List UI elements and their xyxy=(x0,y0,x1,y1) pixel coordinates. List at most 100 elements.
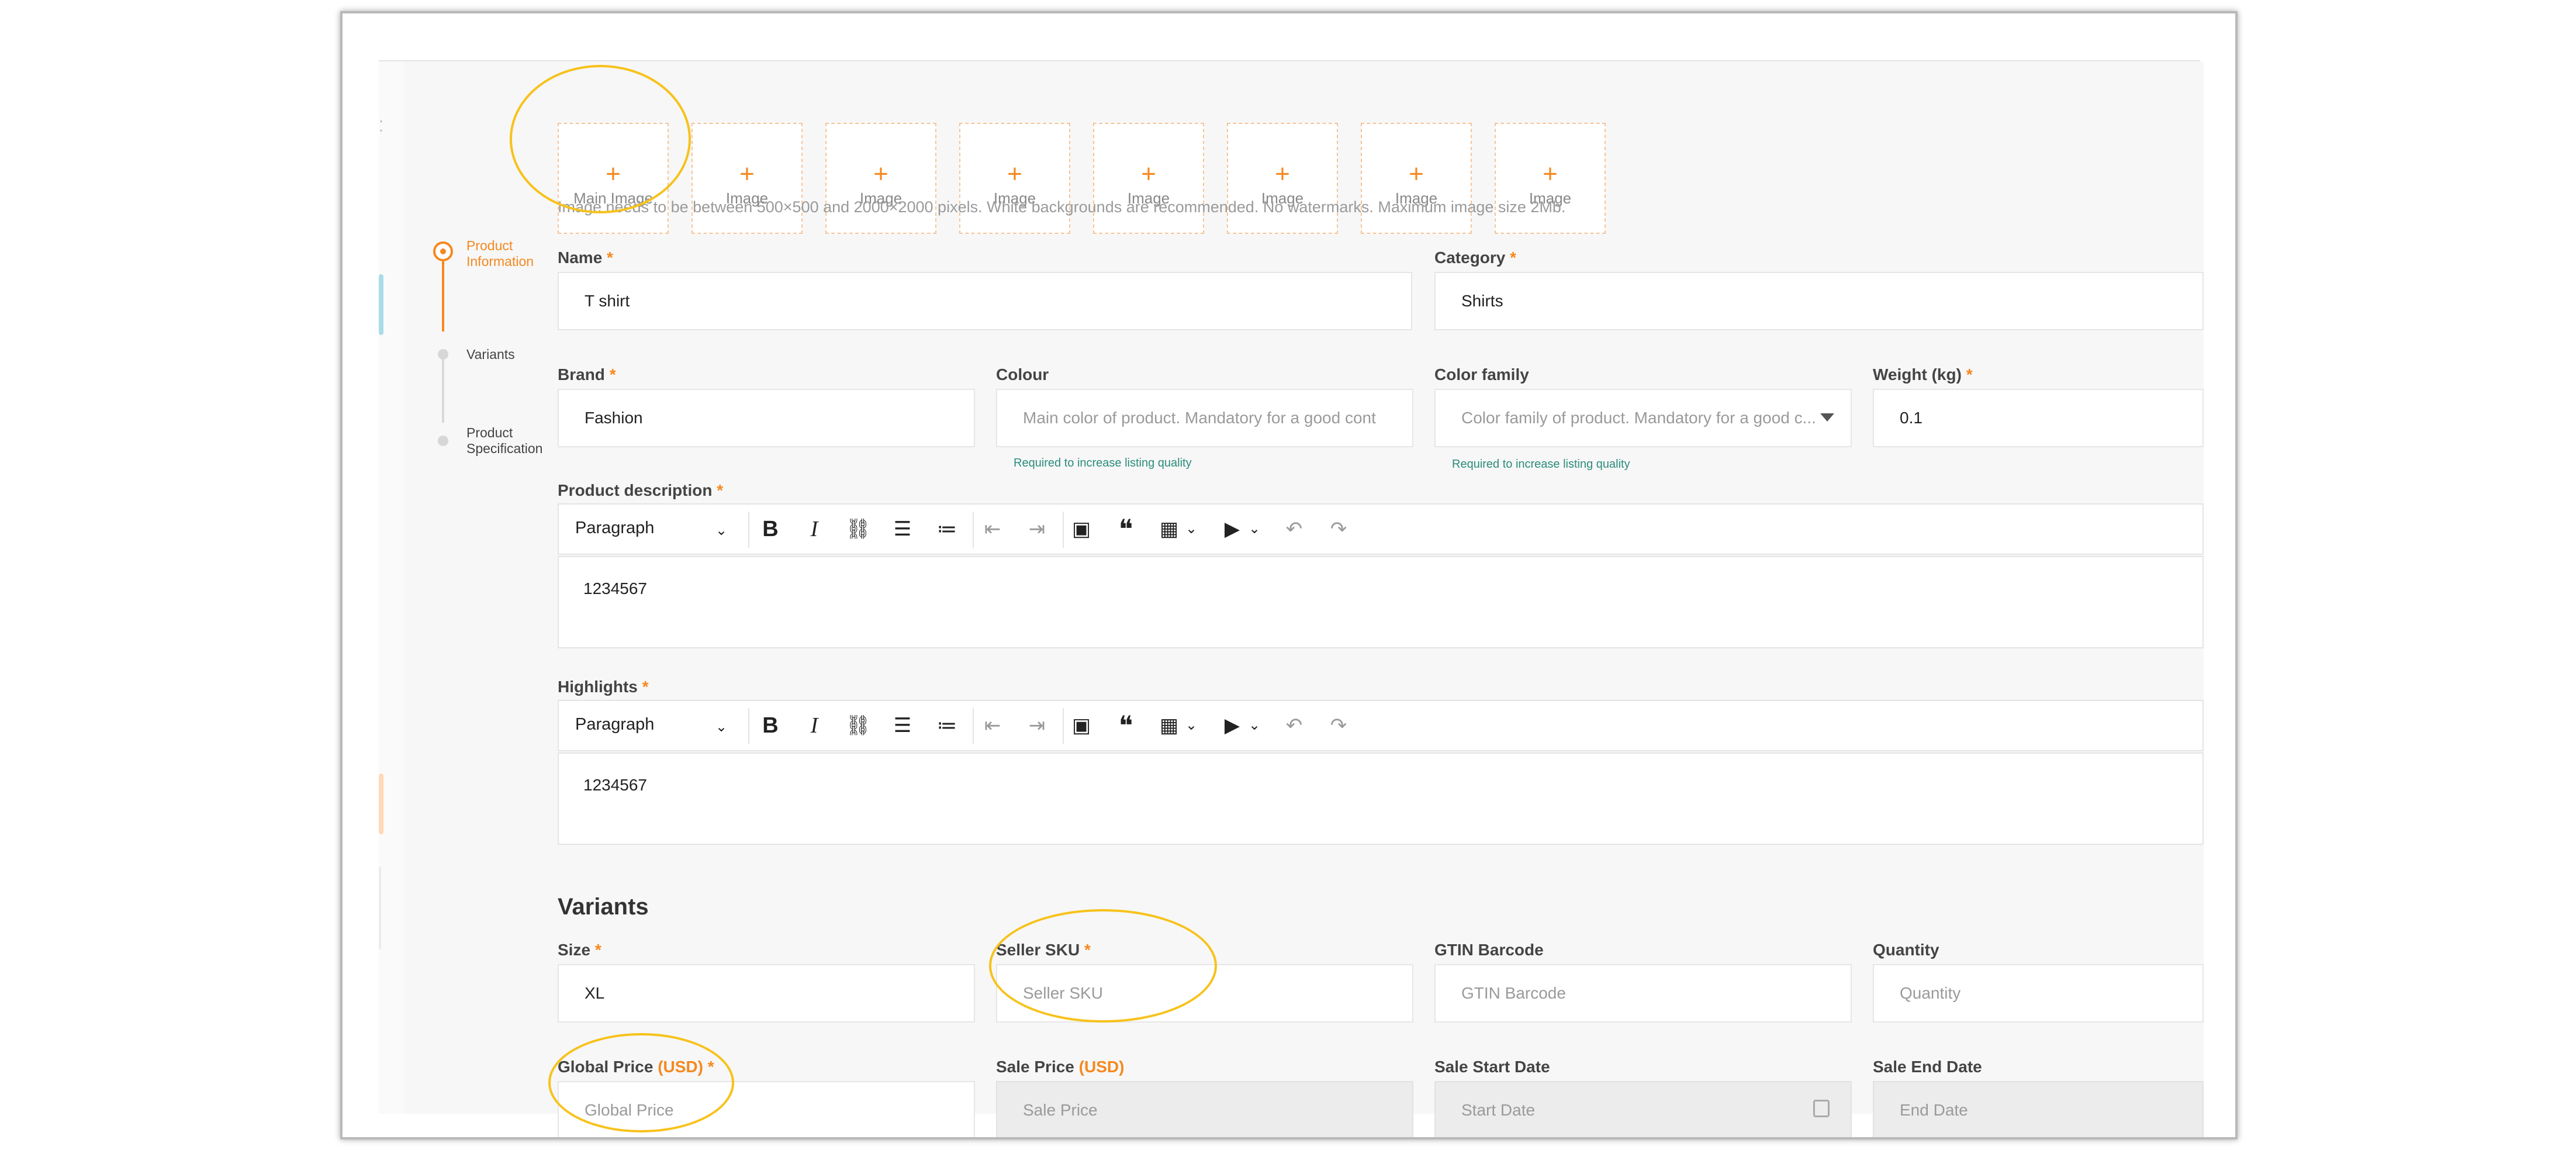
color-family-placeholder: Color family of product. Mandatory for a… xyxy=(1461,409,1816,427)
chevron-down-icon[interactable]: ⌄ xyxy=(1177,515,1205,543)
sale-start-date-field[interactable]: Start Date xyxy=(1434,1081,1852,1137)
color-family-select[interactable]: Color family of product. Mandatory for a… xyxy=(1434,389,1852,447)
colour-field[interactable]: Main color of product. Mandatory for a g… xyxy=(996,389,1413,447)
step-product-information[interactable]: Product Information xyxy=(466,238,534,270)
redo-icon[interactable]: ↷ xyxy=(1325,712,1353,740)
step-label-line: Variants xyxy=(466,347,515,362)
upload-image-tile[interactable]: + Image xyxy=(691,123,803,234)
upload-image-tile[interactable]: + Image xyxy=(1227,123,1338,234)
outdent-icon[interactable]: ⇤ xyxy=(978,515,1007,543)
sidebar-accent xyxy=(379,274,383,335)
gtin-barcode-field[interactable]: GTIN Barcode xyxy=(1434,964,1852,1023)
plus-icon: + xyxy=(739,160,755,188)
sale-start-date-label: Sale Start Date xyxy=(1434,1058,1550,1076)
dropdown-arrow-icon xyxy=(1820,413,1834,422)
step-label-line: Information xyxy=(466,254,534,269)
bold-icon[interactable]: B xyxy=(756,515,784,543)
numbered-list-icon[interactable]: ≔ xyxy=(933,712,961,740)
highlight-ring xyxy=(548,1033,734,1132)
brand-field[interactable]: Fashion xyxy=(558,389,975,447)
paragraph-style-select[interactable]: Paragraph xyxy=(575,715,654,734)
numbered-list-icon[interactable]: ≔ xyxy=(933,515,961,543)
chevron-down-icon[interactable]: ⌄ xyxy=(1240,515,1268,543)
toolbar-divider xyxy=(1063,512,1064,548)
size-label: Size * xyxy=(558,941,601,959)
highlights-editor[interactable]: 1234567 xyxy=(558,752,2204,845)
link-icon[interactable]: ⛓ xyxy=(844,712,872,740)
upload-image-tile[interactable]: + Image xyxy=(825,123,936,234)
sidebar-edge xyxy=(379,61,404,1114)
chevron-down-icon[interactable]: ⌄ xyxy=(715,522,727,539)
quantity-label: Quantity xyxy=(1873,941,1939,959)
category-field[interactable]: Shirts xyxy=(1434,272,2204,330)
toolbar-divider xyxy=(1063,708,1064,744)
description-label: Product description * xyxy=(558,481,724,499)
indent-icon[interactable]: ⇥ xyxy=(1023,712,1051,740)
insert-image-icon[interactable]: ▣ xyxy=(1067,712,1095,740)
stepper-dot xyxy=(438,349,448,360)
step-product-specification[interactable]: Product Specification xyxy=(466,425,542,457)
insert-image-icon[interactable]: ▣ xyxy=(1067,515,1095,543)
step-variants[interactable]: Variants xyxy=(466,347,515,362)
colour-label: Colour xyxy=(996,365,1049,384)
toolbar-divider xyxy=(748,512,749,548)
start-date-placeholder: Start Date xyxy=(1461,1101,1536,1119)
redo-icon[interactable]: ↷ xyxy=(1325,515,1353,543)
stepper-line xyxy=(442,358,444,423)
category-label: Category * xyxy=(1434,248,1517,267)
step-label-line: Specification xyxy=(466,441,543,456)
product-form-page: + Main Image + Image + Image + Image + I… xyxy=(404,61,2204,1137)
undo-icon[interactable]: ↶ xyxy=(1280,712,1308,740)
sale-price-field[interactable]: Sale Price xyxy=(996,1081,1413,1137)
stepper-dot xyxy=(438,436,448,446)
chevron-down-icon[interactable]: ⌄ xyxy=(715,719,727,735)
colour-quality-note: Required to increase listing quality xyxy=(1014,457,1192,469)
name-field[interactable]: T shirt xyxy=(558,272,1412,330)
paragraph-style-select[interactable]: Paragraph xyxy=(575,519,654,538)
chevron-down-icon[interactable]: ⌄ xyxy=(1177,712,1205,740)
calendar-icon[interactable] xyxy=(1813,1100,1830,1117)
size-field[interactable]: XL xyxy=(558,964,975,1023)
italic-icon[interactable]: I xyxy=(800,712,828,740)
highlight-ring xyxy=(989,909,1217,1023)
plus-icon: + xyxy=(1141,160,1156,188)
blockquote-icon[interactable]: ❝ xyxy=(1112,515,1140,543)
toolbar-divider xyxy=(973,708,974,744)
name-label: Name * xyxy=(558,248,613,267)
highlights-label: Highlights * xyxy=(558,678,649,696)
sale-end-date-label: Sale End Date xyxy=(1873,1058,1982,1076)
upload-image-tile[interactable]: + Image xyxy=(1495,123,1606,234)
highlights-toolbar: Paragraph ⌄ B I ⛓ ☰ ≔ ⇤ ⇥ ▣ ❝ ▦ ⌄ ▶ ⌄ ↶ … xyxy=(558,700,2204,751)
description-editor[interactable]: 1234567 xyxy=(558,556,2204,648)
chevron-down-icon[interactable]: ⌄ xyxy=(1240,712,1268,740)
plus-icon: + xyxy=(1007,160,1022,188)
italic-icon[interactable]: I xyxy=(800,515,828,543)
undo-icon[interactable]: ↶ xyxy=(1280,515,1308,543)
weight-field[interactable]: 0.1 xyxy=(1873,389,2204,447)
sidebar-handle-icon: ⁚ xyxy=(379,118,384,135)
highlight-ring xyxy=(510,65,691,213)
blockquote-icon[interactable]: ❝ xyxy=(1112,712,1140,740)
sidebar-accent xyxy=(379,867,381,949)
upload-image-tile[interactable]: + Image xyxy=(959,123,1070,234)
sale-price-label: Sale Price (USD) xyxy=(996,1058,1125,1076)
toolbar-divider xyxy=(973,512,974,548)
indent-icon[interactable]: ⇥ xyxy=(1023,515,1051,543)
upload-image-tile[interactable]: + Image xyxy=(1361,123,1472,234)
plus-icon: + xyxy=(1543,160,1558,188)
sidebar-accent xyxy=(379,773,383,834)
plus-icon: + xyxy=(873,160,888,188)
gtin-barcode-label: GTIN Barcode xyxy=(1434,941,1544,959)
bold-icon[interactable]: B xyxy=(756,712,784,740)
bulleted-list-icon[interactable]: ☰ xyxy=(888,712,917,740)
step-label-line: Product xyxy=(466,238,513,253)
link-icon[interactable]: ⛓ xyxy=(844,515,872,543)
color-family-label: Color family xyxy=(1434,365,1529,384)
stepper-progress-line xyxy=(442,261,444,331)
outdent-icon[interactable]: ⇤ xyxy=(978,712,1007,740)
sale-end-date-field[interactable]: End Date xyxy=(1873,1081,2204,1137)
quantity-field[interactable]: Quantity xyxy=(1873,964,2204,1023)
toolbar-divider xyxy=(748,708,749,744)
upload-image-tile[interactable]: + Image xyxy=(1093,123,1204,234)
bulleted-list-icon[interactable]: ☰ xyxy=(888,515,917,543)
